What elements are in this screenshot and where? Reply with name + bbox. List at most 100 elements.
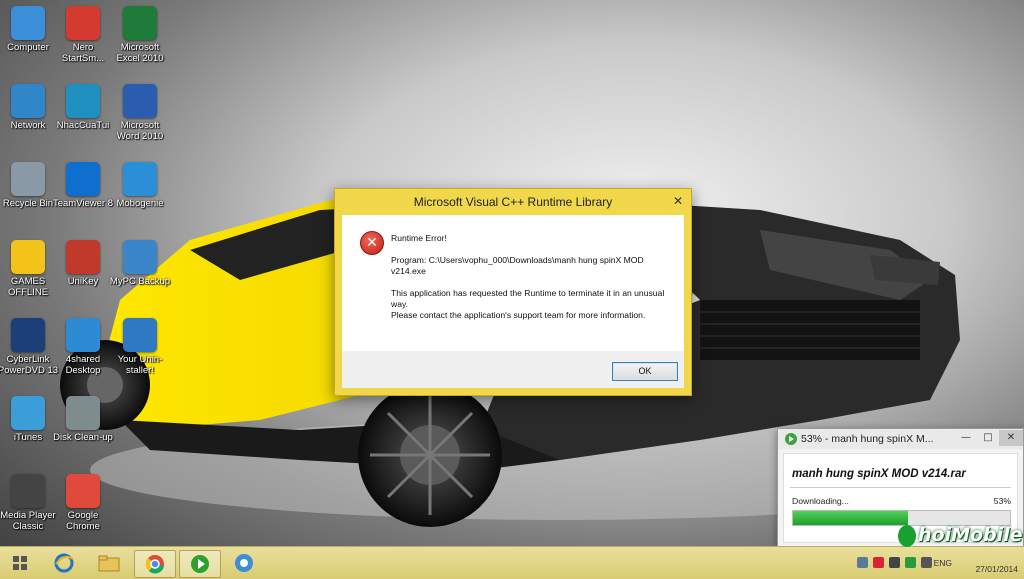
internet-explorer-icon	[54, 553, 74, 573]
desktop-icon[interactable]: Your Unin-staller!	[109, 318, 171, 376]
desktop-icon-label: MyPC Backup	[109, 276, 171, 287]
network-icon	[11, 84, 45, 118]
error-contact: Please contact the application's support…	[391, 310, 646, 320]
taskbar: ENG 27/01/2014	[0, 546, 1024, 579]
desktop-icon[interactable]: GAMES OFFLINE	[0, 240, 59, 298]
language-indicator[interactable]: ENG	[934, 558, 952, 568]
desktop-icon-label: NhacCuaTui	[56, 120, 110, 131]
nero-icon	[66, 6, 100, 40]
dialog-body: ✕ Runtime Error! Program: C:\Users\vophu…	[342, 215, 684, 351]
disk-cleanup-icon	[66, 396, 100, 430]
download-progress-fill	[793, 511, 908, 525]
desktop-icon-label: TeamViewer 8	[52, 198, 114, 209]
unikey-icon	[66, 240, 100, 274]
teamviewer-icon	[66, 162, 100, 196]
desktop-icon[interactable]: Mobogenie	[109, 162, 171, 209]
desktop-icon-label: Disk Clean-up	[53, 432, 113, 443]
desktop-icon[interactable]: NhacCuaTui	[52, 84, 114, 131]
desktop-icon[interactable]: Network	[0, 84, 59, 131]
desktop-icon-label: Media Player Classic	[0, 510, 56, 532]
clock[interactable]: 27/01/2014	[958, 554, 1018, 574]
desktop-icon-label: Recycle Bin	[2, 198, 54, 209]
watermark-text: hoiMobile	[918, 524, 1023, 546]
taskbar-chrome[interactable]	[134, 550, 176, 578]
error-program-path: Program: C:\Users\vophu_000\Downloads\ma…	[391, 255, 644, 276]
mobogenie-icon	[123, 162, 157, 196]
desktop-icon[interactable]: Computer	[0, 6, 59, 53]
chrome-icon	[66, 474, 100, 508]
desktop-icon[interactable]: Microsoft Excel 2010	[109, 6, 171, 64]
error-description: This application has requested the Runti…	[391, 288, 665, 309]
taskbar-internet-explorer[interactable]	[44, 550, 84, 576]
desktop-icon[interactable]: Media Player Classic	[0, 474, 59, 532]
close-button[interactable]: ✕	[999, 430, 1023, 446]
desktop-icon-label: UniKey	[67, 276, 99, 287]
4shared-icon	[66, 318, 100, 352]
runtime-error-dialog: Microsoft Visual C++ Runtime Library ✕ ✕…	[334, 188, 692, 396]
desktop-icon[interactable]: Nero StartSm...	[52, 6, 114, 64]
tray-flag-icon[interactable]	[905, 557, 916, 568]
folder-icon	[98, 555, 120, 572]
tray-app-icon[interactable]	[873, 557, 884, 568]
tray-camera-icon[interactable]	[857, 557, 868, 568]
desktop-icon-label: Nero StartSm...	[61, 42, 105, 64]
mypc-backup-icon	[123, 240, 157, 274]
clock-date: 27/01/2014	[975, 564, 1018, 574]
desktop-icon[interactable]: Microsoft Word 2010	[109, 84, 171, 142]
tray-monitor-icon[interactable]	[889, 557, 900, 568]
desktop-icon[interactable]: Google Chrome	[52, 474, 114, 532]
error-heading: Runtime Error!	[391, 233, 447, 243]
desktop-icon-label: CyberLink PowerDVD 13	[0, 354, 59, 376]
download-titlebar[interactable]: 53% - manh hung spinX M... — □ ✕	[778, 429, 1023, 449]
itunes-icon	[11, 396, 45, 430]
divider	[790, 487, 1011, 488]
powerdvd-icon	[11, 318, 45, 352]
computer-icon	[11, 6, 45, 40]
desktop-icon[interactable]: iTunes	[0, 396, 59, 443]
desktop-icon[interactable]: MyPC Backup	[109, 240, 171, 287]
excel-icon	[123, 6, 157, 40]
start-button[interactable]	[4, 550, 36, 576]
desktop-icon-label: iTunes	[13, 432, 43, 443]
desktop-icon[interactable]: UniKey	[52, 240, 114, 287]
download-filename: manh hung spinX MOD v214.rar	[792, 468, 966, 480]
star-icon	[11, 240, 45, 274]
word-icon	[123, 84, 157, 118]
desktop-icon[interactable]: Recycle Bin	[0, 162, 59, 209]
watermark-logo: hoiMobile	[898, 524, 1023, 547]
nhaccuatui-icon	[66, 84, 100, 118]
download-status: Downloading...	[792, 496, 849, 506]
desktop-icon-label: 4shared Desktop	[65, 354, 101, 376]
error-message: Runtime Error! Program: C:\Users\vophu_0…	[391, 233, 676, 332]
desktop-icon-label: Computer	[7, 42, 49, 53]
play-icon	[785, 433, 797, 445]
watermark-c-icon	[898, 524, 916, 547]
desktop-icon-label: Microsoft Excel 2010	[116, 42, 164, 64]
desktop-icon[interactable]: Disk Clean-up	[52, 396, 114, 443]
maximize-button[interactable]: □	[977, 430, 999, 446]
download-window-title: 53% - manh hung spinX M...	[801, 433, 934, 445]
taskbar-download-manager[interactable]	[179, 550, 221, 578]
desktop-icon[interactable]: 4shared Desktop	[52, 318, 114, 376]
minimize-button[interactable]: —	[955, 430, 977, 446]
mobogenie-icon	[235, 554, 253, 572]
desktop-icon[interactable]: TeamViewer 8	[52, 162, 114, 209]
desktop-icon[interactable]: CyberLink PowerDVD 13	[0, 318, 59, 376]
clock-time	[958, 554, 1018, 564]
ok-button[interactable]: OK	[612, 362, 678, 381]
desktop-icon-label: GAMES OFFLINE	[7, 276, 49, 298]
dialog-title: Microsoft Visual C++ Runtime Library	[413, 195, 613, 209]
play-icon	[191, 555, 209, 573]
close-icon[interactable]: ✕	[671, 195, 685, 209]
download-percent: 53%	[993, 496, 1011, 506]
media-player-icon	[11, 474, 45, 508]
chrome-icon	[145, 555, 164, 574]
taskbar-mobogenie[interactable]	[224, 550, 264, 576]
tray-volume-icon[interactable]	[921, 557, 932, 568]
desktop-icon-label: Google Chrome	[66, 510, 100, 532]
error-icon: ✕	[360, 231, 384, 255]
desktop-icon-label: Network	[10, 120, 46, 131]
windows-icon	[13, 556, 27, 570]
desktop-icon-label: Microsoft Word 2010	[116, 120, 164, 142]
taskbar-file-explorer[interactable]	[89, 550, 129, 576]
